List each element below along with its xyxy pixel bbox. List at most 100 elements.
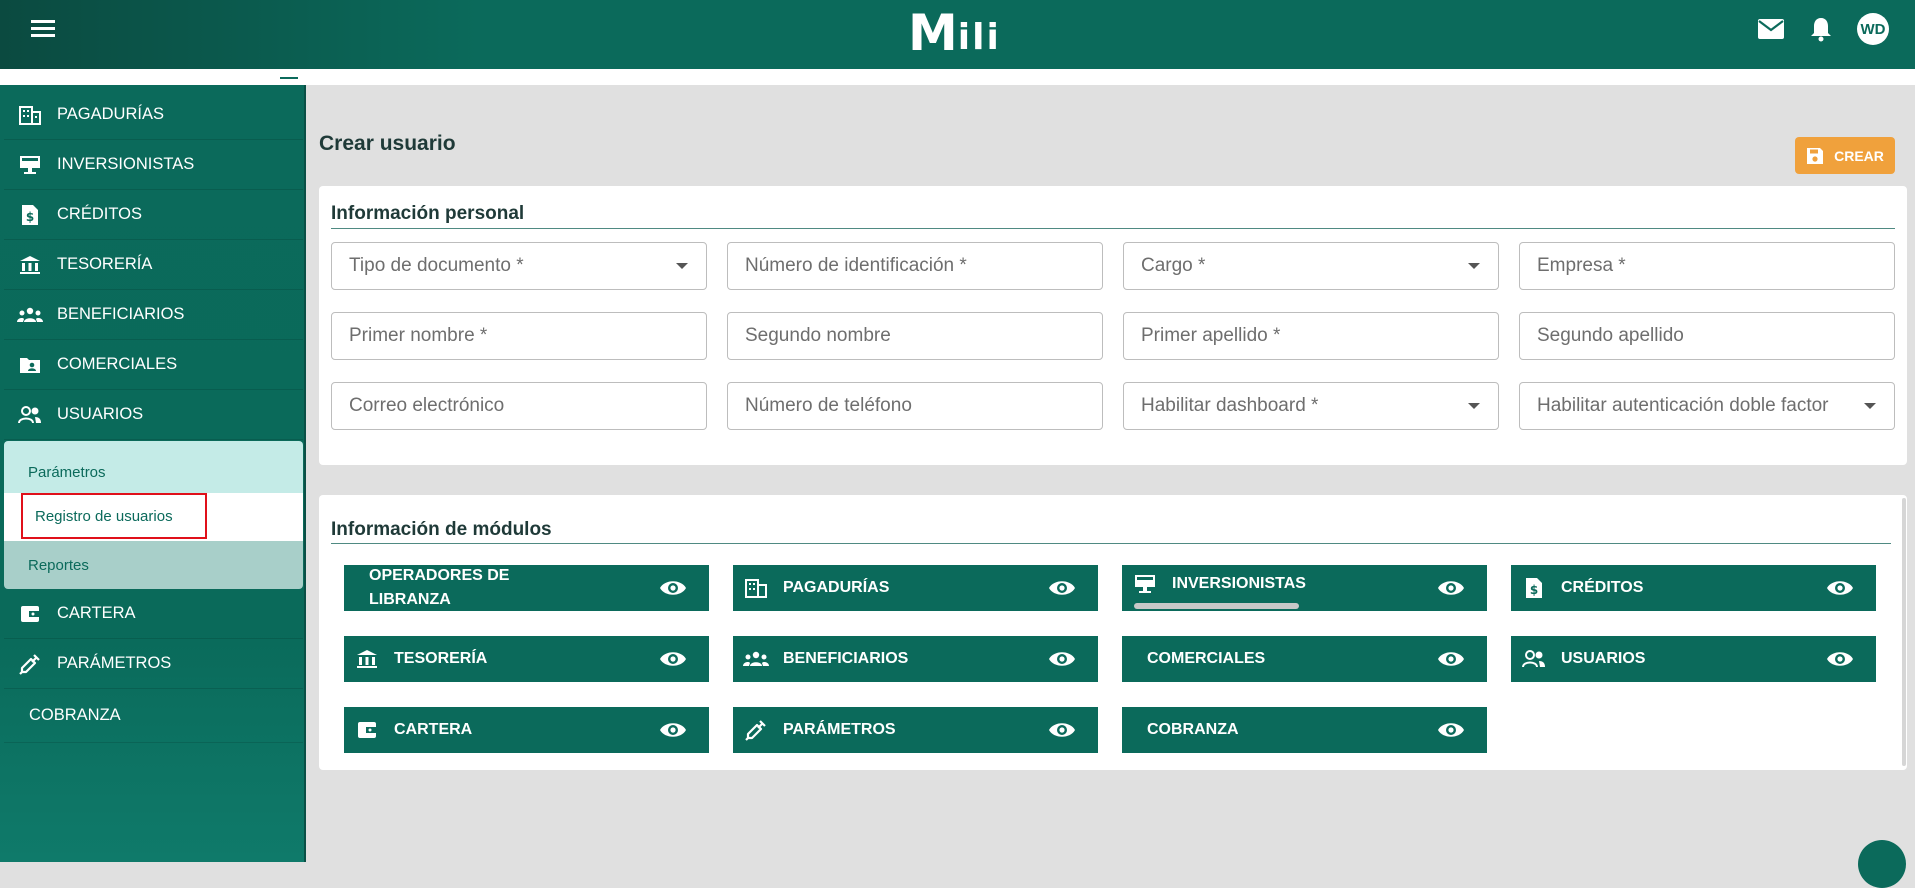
sidebar-item-cobranza[interactable]: COBRANZA <box>4 689 303 743</box>
bank-icon <box>354 649 380 669</box>
sidebar-item-tesoreria[interactable]: TESORERÍA <box>4 240 303 290</box>
primer-apellido-field[interactable]: Primer apellido * <box>1123 312 1499 360</box>
field-placeholder: Primer apellido * <box>1141 325 1281 346</box>
divider <box>331 228 1895 229</box>
sub-toolbar <box>0 69 1915 85</box>
module-operadores-de-libranza[interactable]: OPERADORES DE LIBRANZA <box>344 565 709 611</box>
submenu-item-registro-wrapper: Registro de usuarios <box>4 493 303 541</box>
module-beneficiarios[interactable]: BENEFICIARIOS <box>733 636 1098 682</box>
submenu-item-reportes[interactable]: Reportes <box>4 541 303 589</box>
eye-icon[interactable] <box>1437 576 1465 600</box>
module-pagadurias[interactable]: PAGADURÍAS <box>733 565 1098 611</box>
module-tesoreria[interactable]: TESORERÍA <box>344 636 709 682</box>
horizontal-scrollbar[interactable] <box>1134 603 1299 609</box>
module-label: BENEFICIARIOS <box>783 650 909 667</box>
segundo-nombre-field[interactable]: Segundo nombre <box>727 312 1103 360</box>
logo-ili: ili <box>957 17 1001 58</box>
habilitar-dashboard-select[interactable]: Habilitar dashboard * <box>1123 382 1499 430</box>
top-app-bar: Mili WD <box>0 0 1915 69</box>
syringe-icon <box>15 653 45 675</box>
sidebar-item-parametros[interactable]: PARÁMETROS <box>4 639 303 689</box>
sidebar-item-beneficiarios[interactable]: BENEFICIARIOS <box>4 290 303 340</box>
eye-icon[interactable] <box>1048 576 1076 600</box>
sidebar-item-pagadurias[interactable]: PAGADURÍAS <box>4 90 303 140</box>
eye-icon[interactable] <box>1048 718 1076 742</box>
eye-icon[interactable] <box>659 576 687 600</box>
module-inversionistas[interactable]: INVERSIONISTAS <box>1122 565 1487 611</box>
module-label: CARTERA <box>394 721 473 738</box>
logo-m: M <box>908 4 958 62</box>
numero-identificacion-field[interactable]: Número de identificación * <box>727 242 1103 290</box>
monitor-icon <box>1132 574 1158 594</box>
sidebar-item-inversionistas[interactable]: INVERSIONISTAS <box>4 140 303 190</box>
eye-icon[interactable] <box>659 718 687 742</box>
module-comerciales[interactable]: COMERCIALES <box>1122 636 1487 682</box>
save-icon <box>1807 147 1824 164</box>
wallet-icon <box>15 605 45 623</box>
eye-icon[interactable] <box>1048 647 1076 671</box>
sidebar-item-label: CRÉDITOS <box>57 205 142 223</box>
eye-icon[interactable] <box>659 647 687 671</box>
module-label: CRÉDITOS <box>1561 579 1644 596</box>
module-parametros[interactable]: PARÁMETROS <box>733 707 1098 753</box>
divider <box>331 543 1891 544</box>
chevron-down-icon <box>1864 403 1876 409</box>
module-label: PAGADURÍAS <box>783 579 890 596</box>
field-placeholder: Cargo * <box>1141 255 1206 276</box>
field-placeholder: Correo electrónico <box>349 395 505 416</box>
dollar-document-icon: $ <box>15 204 45 226</box>
module-label: OPERADORES DE LIBRANZA <box>369 567 510 608</box>
menu-icon[interactable] <box>27 16 59 40</box>
chevron-down-icon <box>1468 263 1480 269</box>
field-placeholder: Primer nombre * <box>349 325 488 346</box>
eye-icon[interactable] <box>1437 647 1465 671</box>
svg-text:$: $ <box>1530 583 1538 597</box>
correo-electronico-field[interactable]: Correo electrónico <box>331 382 707 430</box>
tipo-documento-select[interactable]: Tipo de documento * <box>331 242 707 290</box>
group-icon <box>743 651 769 667</box>
habilitar-2fa-select[interactable]: Habilitar autenticación doble factor <box>1519 382 1895 430</box>
sidebar-item-comerciales[interactable]: COMERCIALES <box>4 340 303 390</box>
sidebar-item-label: TESORERÍA <box>57 255 153 273</box>
mail-icon[interactable] <box>1757 15 1785 43</box>
users-icon <box>15 405 45 424</box>
bell-icon[interactable] <box>1807 15 1835 43</box>
app-logo: Mili <box>908 6 1001 58</box>
folder-user-icon <box>15 356 45 374</box>
module-usuarios[interactable]: USUARIOS <box>1511 636 1876 682</box>
field-placeholder: Segundo apellido <box>1537 325 1684 346</box>
tab-indicator <box>280 77 298 79</box>
building-icon <box>15 105 45 125</box>
submenu-item-parametros[interactable]: Parámetros <box>4 441 303 493</box>
eye-icon[interactable] <box>1826 576 1854 600</box>
module-cartera[interactable]: CARTERA <box>344 707 709 753</box>
module-cobranza[interactable]: COBRANZA <box>1122 707 1487 753</box>
syringe-icon <box>743 719 769 741</box>
eye-icon[interactable] <box>1437 718 1465 742</box>
eye-icon[interactable] <box>1826 647 1854 671</box>
module-label: INVERSIONISTAS <box>1172 575 1306 592</box>
help-fab-button[interactable] <box>1858 840 1906 888</box>
field-placeholder: Número de teléfono <box>745 395 912 416</box>
sidebar-item-label: PAGADURÍAS <box>57 105 164 123</box>
module-creditos[interactable]: $ CRÉDITOS <box>1511 565 1876 611</box>
segundo-apellido-field[interactable]: Segundo apellido <box>1519 312 1895 360</box>
vertical-scrollbar[interactable] <box>1902 498 1906 766</box>
building-icon <box>743 578 769 598</box>
sidebar-item-label: PARÁMETROS <box>57 654 172 672</box>
cargo-select[interactable]: Cargo * <box>1123 242 1499 290</box>
numero-telefono-field[interactable]: Número de teléfono <box>727 382 1103 430</box>
crear-button[interactable]: CREAR <box>1795 137 1895 174</box>
personal-info-title: Información personal <box>331 203 525 224</box>
avatar[interactable]: WD <box>1857 13 1889 45</box>
personal-info-card: Información personal Tipo de documento *… <box>319 186 1907 465</box>
field-placeholder: Habilitar dashboard * <box>1141 395 1319 416</box>
sidebar-item-creditos[interactable]: $ CRÉDITOS <box>4 190 303 240</box>
empresa-field[interactable]: Empresa * <box>1519 242 1895 290</box>
primer-nombre-field[interactable]: Primer nombre * <box>331 312 707 360</box>
submenu-item-registro-de-usuarios[interactable]: Registro de usuarios <box>21 493 207 539</box>
field-placeholder: Habilitar autenticación doble factor <box>1537 395 1829 416</box>
sidebar-item-cartera[interactable]: CARTERA <box>4 589 303 639</box>
sidebar-item-usuarios[interactable]: USUARIOS <box>4 390 303 440</box>
usuarios-submenu: Parámetros Registro de usuarios Reportes <box>4 441 303 589</box>
